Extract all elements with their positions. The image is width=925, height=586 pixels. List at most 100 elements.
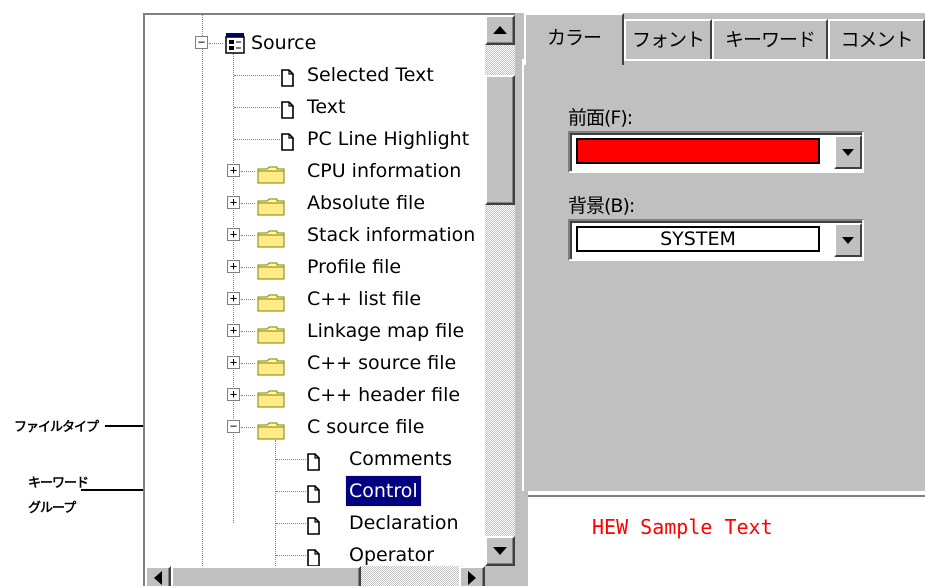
tree-item-label: Operator xyxy=(349,544,435,566)
settings-panel: カラー フォント キーワード コメント 前面(F): 背景(B): SYSTEM xyxy=(522,13,925,491)
expand-icon[interactable]: + xyxy=(227,164,240,177)
background-color-value: SYSTEM xyxy=(576,226,820,252)
scroll-up-button[interactable] xyxy=(485,15,515,45)
folder-icon xyxy=(257,291,285,312)
tab-strip: カラー フォント キーワード コメント xyxy=(522,13,925,65)
expand-icon[interactable]: + xyxy=(227,324,240,337)
expand-icon[interactable]: + xyxy=(227,388,240,401)
scroll-left-button[interactable] xyxy=(145,566,171,586)
collapse-icon[interactable]: − xyxy=(195,36,208,49)
background-label: 背景(B): xyxy=(568,195,635,217)
tree-item-child[interactable]: Operator xyxy=(145,540,485,566)
folder-icon xyxy=(257,387,285,408)
tree-item-label: Text xyxy=(307,96,346,118)
chevron-down-icon xyxy=(842,236,854,244)
tree-item[interactable]: + C++ header file xyxy=(145,380,485,410)
tree-item-label: Comments xyxy=(349,448,452,470)
combo-frame xyxy=(570,133,862,171)
tree-connector xyxy=(241,171,255,172)
expand-icon[interactable]: + xyxy=(227,356,240,369)
scrollbar-corner xyxy=(485,566,515,586)
tree-connector xyxy=(276,555,306,556)
tab-comment[interactable]: コメント xyxy=(828,19,925,59)
tree-connector xyxy=(276,459,306,460)
tree-item[interactable]: + C++ source file xyxy=(145,348,485,378)
folder-icon xyxy=(257,259,285,280)
tree-item-label: Control xyxy=(345,475,422,507)
document-icon xyxy=(281,130,294,151)
callout-file-type: ファイルタイプ xyxy=(14,420,99,435)
tree-item[interactable]: + Stack information xyxy=(145,220,485,250)
expand-icon[interactable]: + xyxy=(227,260,240,273)
document-icon xyxy=(307,450,320,471)
tree-item[interactable]: PC Line Highlight xyxy=(145,124,485,154)
tab-keyword[interactable]: キーワード xyxy=(712,19,828,59)
tree-item[interactable]: Selected Text xyxy=(145,60,485,90)
tree-item[interactable]: Text xyxy=(145,92,485,122)
tree-connector xyxy=(276,523,306,524)
folder-icon xyxy=(257,355,285,376)
tree-item-label: C++ header file xyxy=(307,384,461,406)
tree-connector xyxy=(209,43,223,44)
tree-item-label: Stack information xyxy=(307,224,476,246)
sample-preview: HEW Sample Text xyxy=(528,495,925,586)
document-icon xyxy=(307,514,320,535)
folder-icon xyxy=(257,227,285,248)
tree-item-label: C++ source file xyxy=(307,352,457,374)
foreground-color-select[interactable] xyxy=(568,131,864,173)
background-color-select[interactable]: SYSTEM xyxy=(568,219,864,261)
scroll-left-arrow-icon xyxy=(154,571,162,585)
tree-item-label: CPU information xyxy=(307,160,462,182)
combo-frame: SYSTEM xyxy=(570,221,862,259)
tree-connector xyxy=(276,491,306,492)
expand-icon[interactable]: + xyxy=(227,196,240,209)
preview-sample-text: HEW Sample Text xyxy=(592,515,773,539)
scroll-down-button[interactable] xyxy=(485,536,515,566)
tree-item-label: C++ list file xyxy=(307,288,422,310)
tree-connector xyxy=(234,139,280,140)
tree-connector xyxy=(241,267,255,268)
tree-item[interactable]: + Absolute file xyxy=(145,188,485,218)
document-icon xyxy=(307,546,320,566)
tree-item-label: Absolute file xyxy=(307,192,426,214)
tree-vertical-scrollbar[interactable] xyxy=(485,15,515,566)
folder-icon xyxy=(257,419,285,440)
tab-font[interactable]: フォント xyxy=(624,19,712,59)
tree-item[interactable]: + Linkage map file xyxy=(145,316,485,346)
scroll-right-arrow-icon xyxy=(468,571,476,585)
tab-color[interactable]: カラー xyxy=(524,13,624,65)
tree-connector xyxy=(234,75,280,76)
tree-connector xyxy=(241,395,255,396)
scroll-thumb-horizontal[interactable] xyxy=(171,566,361,586)
tree-item-label: Linkage map file xyxy=(307,320,465,342)
tree-item[interactable]: + C++ list file xyxy=(145,284,485,314)
tree-connector xyxy=(241,203,255,204)
tree-item[interactable]: + CPU information xyxy=(145,156,485,186)
category-tree[interactable]: − Source Selected Text Text PC Line Highli… xyxy=(145,15,485,566)
tree-item-source[interactable]: − Source xyxy=(145,28,485,58)
chevron-down-icon xyxy=(842,148,854,156)
tree-item-child[interactable]: Declaration xyxy=(145,508,485,538)
folder-icon xyxy=(257,323,285,344)
color-tab-body: 前面(F): 背景(B): SYSTEM xyxy=(522,59,925,491)
tree-item[interactable]: + Profile file xyxy=(145,252,485,282)
foreground-dropdown-button[interactable] xyxy=(834,135,862,169)
scroll-thumb[interactable] xyxy=(485,75,515,205)
scroll-right-button[interactable] xyxy=(459,566,485,586)
source-category-icon xyxy=(225,33,245,54)
collapse-icon[interactable]: − xyxy=(227,420,240,433)
expand-icon[interactable]: + xyxy=(227,228,240,241)
background-dropdown-button[interactable] xyxy=(834,223,862,257)
tree-item-child[interactable]: Comments xyxy=(145,444,485,474)
callout-keyword-group-line2: グループ xyxy=(28,501,76,516)
expand-icon[interactable]: + xyxy=(227,292,240,305)
tree-item[interactable]: − C source file xyxy=(145,412,485,442)
tree-connector xyxy=(241,235,255,236)
scroll-up-arrow-icon xyxy=(493,26,507,34)
foreground-label: 前面(F): xyxy=(568,107,633,129)
document-icon xyxy=(281,98,294,119)
tree-horizontal-scrollbar[interactable] xyxy=(145,566,485,586)
tree-item-child[interactable]: Control xyxy=(145,475,485,507)
callout-keyword-group-line1: キーワード xyxy=(28,476,89,491)
scroll-down-arrow-icon xyxy=(493,547,507,555)
